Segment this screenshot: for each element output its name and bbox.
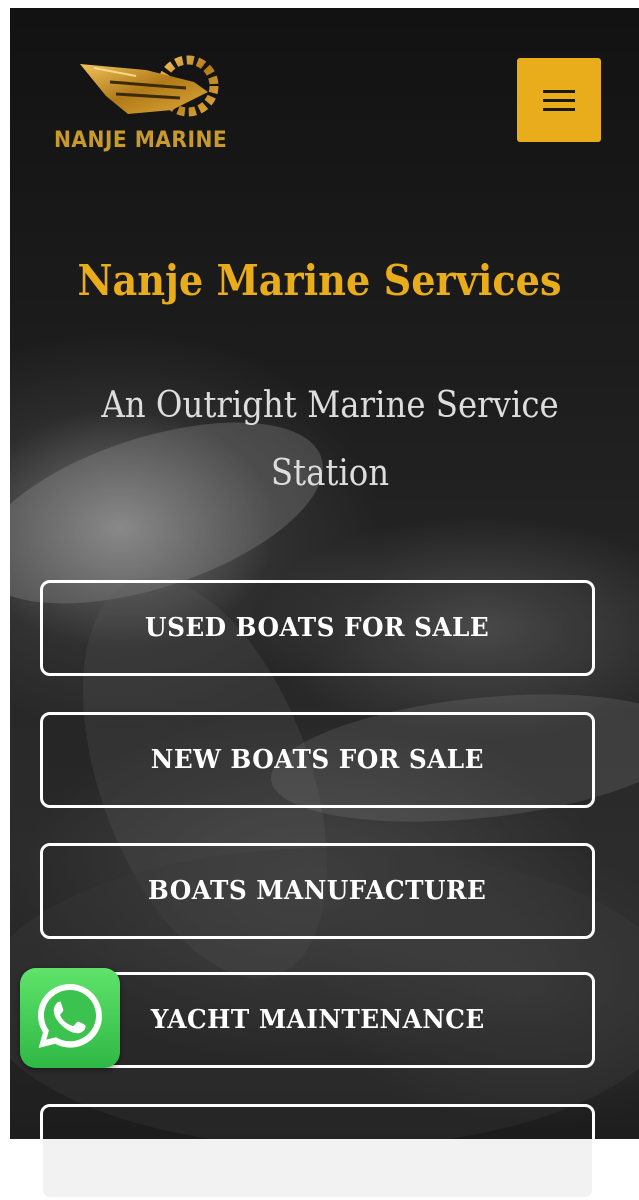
- more-services-button[interactable]: [40, 1104, 595, 1200]
- whatsapp-icon: [38, 984, 102, 1048]
- new-boats-button[interactable]: NEW BOATS FOR SALE: [40, 712, 595, 808]
- button-label: YACHT MAINTENANCE: [150, 1005, 485, 1035]
- menu-toggle-button[interactable]: [517, 58, 601, 142]
- page-title: Nanje Marine Services: [77, 256, 562, 305]
- yacht-maintenance-button[interactable]: YACHT MAINTENANCE: [40, 972, 595, 1068]
- button-label: BOATS MANUFACTURE: [148, 876, 487, 906]
- boat-gear-logo-icon: [80, 55, 219, 117]
- used-boats-button[interactable]: USED BOATS FOR SALE: [40, 580, 595, 676]
- button-label: USED BOATS FOR SALE: [145, 613, 490, 643]
- boats-manufacture-button[interactable]: BOATS MANUFACTURE: [40, 843, 595, 939]
- tagline: An Outright Marine Service Station: [101, 385, 559, 494]
- site-logo[interactable]: NANJE MARINE: [48, 48, 256, 166]
- whatsapp-chat-button[interactable]: [20, 968, 120, 1068]
- button-label: NEW BOATS FOR SALE: [150, 745, 485, 775]
- logo-text: NANJE MARINE: [54, 128, 228, 153]
